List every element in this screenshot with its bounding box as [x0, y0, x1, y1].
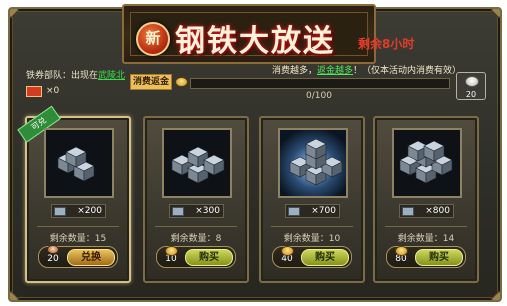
- silver-pot-icon: [465, 76, 479, 87]
- steel-ore-image[interactable]: [278, 128, 348, 198]
- merchant-location-link[interactable]: 武陵北: [98, 71, 125, 81]
- remaining-quantity: 剩余数量：8: [170, 234, 222, 244]
- gold-ingot-icon: [175, 77, 188, 87]
- coupon-icon: [26, 86, 42, 97]
- rebate-reward-slot[interactable]: 20: [456, 72, 486, 100]
- merchant-prefix: 铁券部队：出现在: [26, 71, 99, 81]
- buy-button[interactable]: 购买: [415, 249, 463, 266]
- ore-amount-text: ×700: [311, 206, 336, 216]
- gold-ingot-icon: [165, 246, 178, 256]
- rebate-progress-bar: [190, 78, 450, 89]
- purchase-control: 20 兑换: [38, 245, 118, 268]
- steel-ore-icon: [402, 207, 414, 216]
- gold-ingot-icon: [395, 246, 408, 256]
- cost-display: 10: [160, 246, 182, 265]
- redeem-button[interactable]: 兑换: [67, 249, 115, 266]
- rebate-progress-text: 0/100: [306, 91, 332, 101]
- ore-amount: ×700: [285, 204, 340, 218]
- ore-amount-text: ×800: [425, 206, 450, 216]
- buy-button[interactable]: 购买: [301, 249, 349, 266]
- ore-amount-text: ×200: [77, 206, 102, 216]
- remaining-quantity: 剩余数量：10: [283, 234, 341, 244]
- steel-ore-image[interactable]: [44, 128, 114, 198]
- remaining-quantity: 剩余数量：15: [49, 234, 107, 244]
- reward-card: ×300 剩余数量：8 10 购买: [143, 116, 249, 283]
- corner-ornament: [490, 290, 500, 300]
- cost-display: 40: [276, 246, 298, 265]
- reward-card: ×700 剩余数量：10 40 购买: [259, 116, 365, 283]
- rebate-tip-highlight: 返金越多: [317, 66, 354, 76]
- card-divider: [271, 226, 353, 227]
- steel-ore-image[interactable]: [392, 128, 462, 198]
- coupon-cap-icon: [47, 245, 59, 254]
- card-divider: [385, 226, 467, 227]
- card-divider: [37, 226, 119, 227]
- merchant-info: 铁券部队：出现在武陵北: [26, 68, 125, 81]
- purchase-control: 40 购买: [272, 246, 352, 268]
- buy-button[interactable]: 购买: [185, 249, 233, 266]
- ore-amount: ×300: [169, 204, 224, 218]
- corner-ornament: [490, 9, 500, 19]
- steel-ore-image[interactable]: [162, 128, 232, 198]
- new-badge: 新: [136, 22, 170, 56]
- purchase-control: 80 购买: [386, 246, 466, 268]
- steel-ore-icon: [172, 207, 184, 216]
- ore-amount: ×200: [51, 204, 106, 218]
- corner-ornament: [10, 290, 20, 300]
- rebate-label: 消费返金: [130, 74, 172, 90]
- cost-display: 20: [42, 245, 64, 265]
- page-title: 钢铁大放送: [175, 24, 335, 59]
- ore-amount-text: ×300: [195, 206, 220, 216]
- steel-ore-icon: [288, 207, 300, 216]
- reward-card: ×800 剩余数量：14 80 购买: [373, 116, 479, 283]
- remaining-quantity: 剩余数量：14: [397, 234, 455, 244]
- purchase-control: 10 购买: [156, 246, 236, 268]
- rebate-reward-count: 20: [465, 90, 477, 99]
- cost-value: 20: [47, 254, 59, 264]
- cost-display: 80: [390, 246, 412, 265]
- ore-amount: ×800: [399, 204, 454, 218]
- rebate-tip-suffix: ！（仅本活动内消费有效）: [353, 66, 462, 76]
- coupon-count: ×0: [46, 86, 60, 96]
- reward-card: 可兑 ×200 剩余数量：15 20 兑换: [17, 105, 131, 283]
- rebate-tip: 消费越多，返金越多！（仅本活动内消费有效）: [272, 63, 461, 76]
- rebate-tip-prefix: 消费越多，: [272, 66, 318, 76]
- card-divider: [155, 226, 237, 227]
- time-remaining: 剩余8小时: [358, 37, 415, 51]
- corner-ornament: [10, 9, 20, 19]
- steel-ore-icon: [54, 207, 66, 216]
- gold-ingot-icon: [281, 246, 294, 256]
